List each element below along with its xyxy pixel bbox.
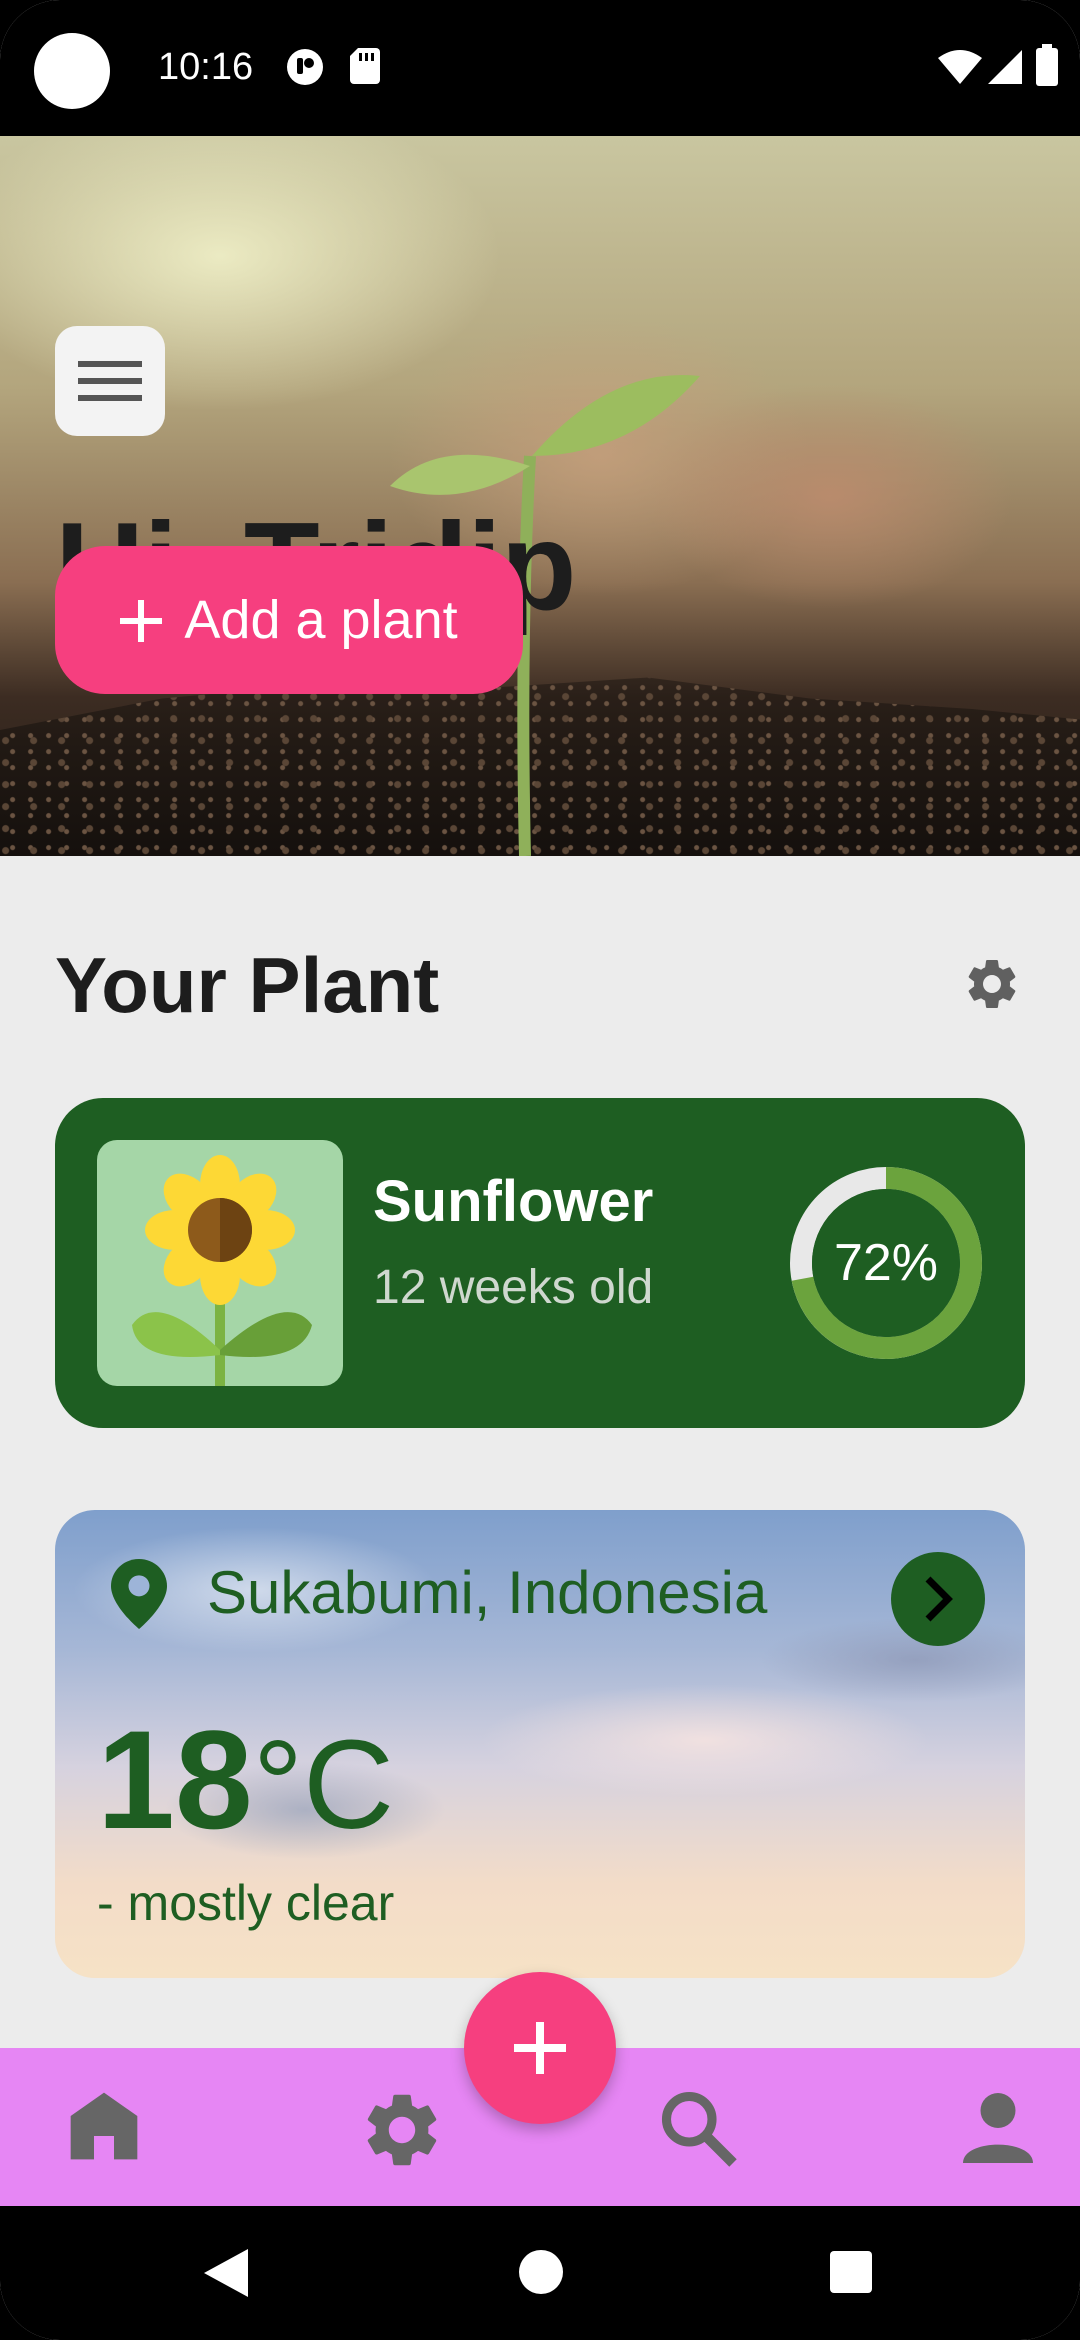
home-icon — [70, 2092, 138, 2160]
add-fab-button[interactable] — [464, 1972, 616, 2124]
status-bar: 10:16 — [0, 0, 1080, 136]
weather-card[interactable]: Sukabumi, Indonesia 18°C - mostly clear — [55, 1510, 1025, 1978]
nav-item-settings[interactable] — [358, 2086, 446, 2179]
status-time: 10:16 — [158, 46, 254, 88]
nav-item-search[interactable] — [656, 2086, 740, 2175]
wifi-icon — [938, 50, 982, 89]
app-screen: 10:16 Hi, Tridip — [0, 0, 1080, 2340]
plant-card[interactable]: Sunflower 12 weeks old 72% — [55, 1098, 1025, 1428]
hero-banner: Hi, Tridip — [0, 136, 1080, 856]
menu-button[interactable] — [55, 326, 165, 436]
growth-progress-text: 72% — [833, 1234, 939, 1292]
plant-age: 12 weeks old — [373, 1261, 654, 1314]
nav-item-profile[interactable] — [956, 2086, 1040, 2175]
plant-settings-button[interactable] — [962, 954, 1022, 1019]
search-icon — [661, 2091, 737, 2167]
weather-description: - mostly clear — [97, 1875, 395, 1931]
notification-app-icon — [286, 48, 324, 91]
add-plant-label: Add a plant — [184, 590, 458, 650]
sd-card-icon — [350, 48, 380, 89]
home-system-button[interactable] — [518, 2249, 564, 2300]
gear-icon — [367, 2094, 437, 2166]
chevron-right-icon — [925, 1576, 953, 1622]
weather-location: Sukabumi, Indonesia — [207, 1559, 768, 1626]
temperature-unit: °C — [252, 1714, 395, 1855]
system-navigation-bar — [0, 2206, 1080, 2340]
plus-icon — [120, 583, 163, 657]
nav-item-home[interactable] — [64, 2086, 144, 2171]
weather-temperature: 18°C — [97, 1710, 394, 1850]
camera-cutout — [34, 33, 110, 109]
plus-icon — [514, 2022, 566, 2074]
recents-button[interactable] — [830, 2251, 872, 2298]
back-triangle-icon — [204, 2249, 248, 2297]
cellular-signal-icon — [988, 50, 1022, 89]
section-title: Your Plant — [55, 941, 440, 1029]
gear-icon — [968, 960, 1016, 1008]
hamburger-menu-icon — [78, 361, 142, 401]
recents-square-icon — [830, 2251, 872, 2293]
add-plant-button[interactable]: Add a plant — [55, 546, 523, 694]
plant-image — [97, 1140, 343, 1386]
sunflower-icon — [132, 1155, 312, 1386]
back-button[interactable] — [204, 2249, 248, 2302]
weather-details-button[interactable] — [891, 1552, 985, 1646]
home-circle-icon — [519, 2250, 563, 2294]
location-pin-icon — [111, 1558, 167, 1635]
person-icon — [963, 2093, 1033, 2163]
plant-name: Sunflower — [373, 1169, 654, 1234]
temperature-value: 18 — [97, 1701, 253, 1858]
battery-icon — [1036, 44, 1058, 91]
